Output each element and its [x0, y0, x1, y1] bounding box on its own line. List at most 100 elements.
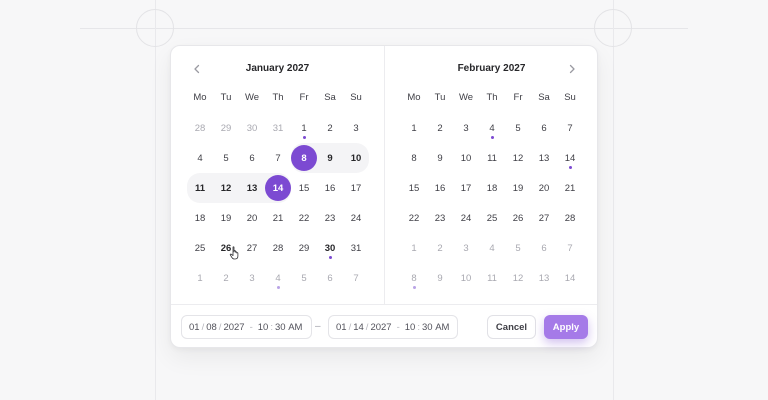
- day-cell[interactable]: 27: [239, 233, 265, 263]
- day-cell[interactable]: 1: [291, 113, 317, 143]
- day-cell[interactable]: 19: [505, 173, 531, 203]
- cancel-button[interactable]: Cancel: [487, 315, 536, 339]
- day-cell[interactable]: 21: [557, 173, 583, 203]
- day-cell[interactable]: 3: [453, 233, 479, 263]
- start-ampm[interactable]: AM: [288, 322, 302, 333]
- day-cell[interactable]: 20: [239, 203, 265, 233]
- end-day[interactable]: 14: [353, 322, 364, 333]
- day-cell[interactable]: 28: [557, 203, 583, 233]
- day-cell[interactable]: 4: [479, 113, 505, 143]
- day-cell[interactable]: 2: [427, 233, 453, 263]
- day-cell[interactable]: 9: [317, 143, 343, 173]
- day-cell[interactable]: 6: [531, 233, 557, 263]
- day-cell[interactable]: 3: [239, 263, 265, 293]
- day-cell[interactable]: 8: [401, 143, 427, 173]
- day-cell-selected[interactable]: 14: [265, 173, 291, 203]
- day-cell[interactable]: 2: [213, 263, 239, 293]
- start-minute[interactable]: 30: [275, 322, 286, 333]
- day-cell[interactable]: 5: [505, 113, 531, 143]
- day-cell[interactable]: 1: [187, 263, 213, 293]
- day-cell[interactable]: 29: [213, 113, 239, 143]
- day-cell[interactable]: 8: [401, 263, 427, 293]
- day-cell[interactable]: 10: [453, 263, 479, 293]
- day-cell[interactable]: 30: [239, 113, 265, 143]
- day-cell[interactable]: 28: [265, 233, 291, 263]
- day-cell[interactable]: 7: [343, 263, 369, 293]
- day-cell[interactable]: 22: [291, 203, 317, 233]
- day-cell[interactable]: 24: [453, 203, 479, 233]
- day-cell[interactable]: 24: [343, 203, 369, 233]
- day-cell[interactable]: 14: [557, 143, 583, 173]
- day-cell[interactable]: 9: [427, 263, 453, 293]
- end-minute[interactable]: 30: [422, 322, 433, 333]
- day-cell[interactable]: 23: [427, 203, 453, 233]
- day-cell[interactable]: 1: [401, 113, 427, 143]
- day-cell[interactable]: 10: [453, 143, 479, 173]
- day-cell[interactable]: 16: [317, 173, 343, 203]
- end-month[interactable]: 01: [336, 322, 347, 333]
- day-cell[interactable]: 23: [317, 203, 343, 233]
- end-hour[interactable]: 10: [405, 322, 416, 333]
- day-cell[interactable]: 11: [479, 263, 505, 293]
- day-cell[interactable]: 7: [557, 233, 583, 263]
- start-year[interactable]: 2027: [223, 322, 244, 333]
- day-cell-selected[interactable]: 8: [291, 143, 317, 173]
- day-cell[interactable]: 6: [531, 113, 557, 143]
- day-cell[interactable]: 10: [343, 143, 369, 173]
- day-cell[interactable]: 3: [453, 113, 479, 143]
- day-cell[interactable]: 18: [479, 173, 505, 203]
- day-cell[interactable]: 5: [213, 143, 239, 173]
- day-cell[interactable]: 14: [557, 263, 583, 293]
- day-cell[interactable]: 4: [265, 263, 291, 293]
- day-cell[interactable]: 26: [505, 203, 531, 233]
- day-cell[interactable]: 27: [531, 203, 557, 233]
- day-cell[interactable]: 30: [317, 233, 343, 263]
- day-cell[interactable]: 12: [213, 173, 239, 203]
- day-cell[interactable]: 1: [401, 233, 427, 263]
- day-cell[interactable]: 25: [187, 233, 213, 263]
- day-cell[interactable]: 31: [265, 113, 291, 143]
- apply-button[interactable]: Apply: [544, 315, 588, 339]
- day-cell[interactable]: 19: [213, 203, 239, 233]
- day-cell[interactable]: 12: [505, 143, 531, 173]
- day-cell[interactable]: 17: [343, 173, 369, 203]
- start-hour[interactable]: 10: [258, 322, 269, 333]
- day-cell[interactable]: 5: [291, 263, 317, 293]
- day-cell[interactable]: 29: [291, 233, 317, 263]
- day-cell[interactable]: 16: [427, 173, 453, 203]
- end-year[interactable]: 2027: [370, 322, 391, 333]
- day-cell[interactable]: 11: [479, 143, 505, 173]
- day-cell[interactable]: 7: [265, 143, 291, 173]
- day-cell[interactable]: 13: [531, 263, 557, 293]
- day-cell[interactable]: 17: [453, 173, 479, 203]
- day-cell[interactable]: 31: [343, 233, 369, 263]
- day-cell[interactable]: 6: [239, 143, 265, 173]
- day-cell[interactable]: 3: [343, 113, 369, 143]
- day-cell[interactable]: 13: [239, 173, 265, 203]
- day-cell[interactable]: 4: [187, 143, 213, 173]
- day-cell[interactable]: 13: [531, 143, 557, 173]
- day-cell[interactable]: 18: [187, 203, 213, 233]
- day-cell[interactable]: 2: [317, 113, 343, 143]
- day-cell[interactable]: 22: [401, 203, 427, 233]
- day-cell[interactable]: 9: [427, 143, 453, 173]
- day-cell[interactable]: 5: [505, 233, 531, 263]
- start-month[interactable]: 01: [189, 322, 200, 333]
- day-number: 23: [324, 212, 336, 224]
- day-cell[interactable]: 12: [505, 263, 531, 293]
- day-cell[interactable]: 28: [187, 113, 213, 143]
- day-cell[interactable]: 7: [557, 113, 583, 143]
- day-cell[interactable]: 15: [401, 173, 427, 203]
- day-cell[interactable]: 4: [479, 233, 505, 263]
- day-cell[interactable]: 15: [291, 173, 317, 203]
- day-cell[interactable]: 11: [187, 173, 213, 203]
- end-datetime-input[interactable]: 01/14/2027 - 10:30 AM: [328, 315, 458, 339]
- end-ampm[interactable]: AM: [435, 322, 449, 333]
- day-cell[interactable]: 2: [427, 113, 453, 143]
- day-cell[interactable]: 25: [479, 203, 505, 233]
- day-cell[interactable]: 20: [531, 173, 557, 203]
- day-cell[interactable]: 21: [265, 203, 291, 233]
- day-cell[interactable]: 6: [317, 263, 343, 293]
- start-datetime-input[interactable]: 01/08/2027 - 10:30 AM: [181, 315, 312, 339]
- start-day[interactable]: 08: [206, 322, 217, 333]
